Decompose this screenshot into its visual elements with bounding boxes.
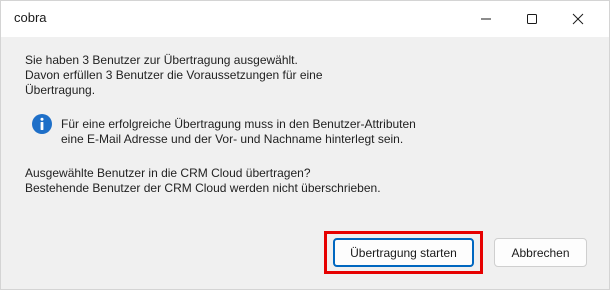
title-bar[interactable]: cobra: [1, 1, 609, 37]
info-icon: [32, 114, 52, 134]
close-icon: [572, 13, 584, 25]
intro-line: Sie haben 3 Benutzer zur Übertragung aus…: [25, 53, 298, 67]
intro-text: Sie haben 3 Benutzer zur Übertragung aus…: [25, 53, 323, 98]
dialog-content: Sie haben 3 Benutzer zur Übertragung aus…: [1, 37, 609, 289]
question-line: Bestehende Benutzer der CRM Cloud werden…: [25, 181, 381, 195]
intro-line: Davon erfüllen 3 Benutzer die Voraussetz…: [25, 68, 323, 82]
start-transfer-button[interactable]: Übertragung starten: [333, 238, 474, 267]
maximize-button[interactable]: [509, 1, 555, 37]
intro-line: Übertragung.: [25, 83, 96, 97]
cancel-button[interactable]: Abbrechen: [494, 238, 587, 267]
question-text: Ausgewählte Benutzer in die CRM Cloud üb…: [25, 166, 381, 196]
dialog-window: cobra Sie haben 3 Benutzer zur Übertragu…: [0, 0, 610, 290]
info-line: eine E-Mail Adresse und der Vor- und Nac…: [61, 132, 404, 146]
question-line: Ausgewählte Benutzer in die CRM Cloud üb…: [25, 166, 311, 180]
info-line: Für eine erfolgreiche Übertragung muss i…: [61, 117, 416, 131]
maximize-icon: [527, 14, 537, 24]
minimize-icon: [481, 18, 491, 20]
close-button[interactable]: [555, 1, 601, 37]
window-title: cobra: [14, 10, 47, 25]
info-text: Für eine erfolgreiche Übertragung muss i…: [61, 117, 416, 147]
minimize-button[interactable]: [463, 1, 509, 37]
